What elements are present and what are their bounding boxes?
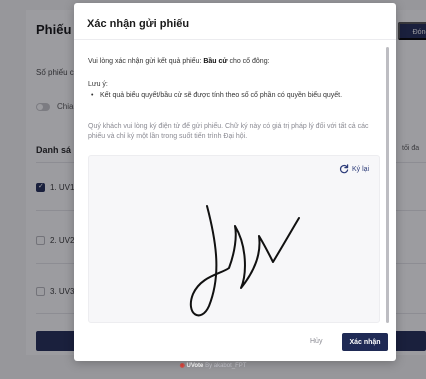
note-text: Kết quả biểu quyết/bầu cử sẽ được tính t… [100, 92, 343, 99]
bullet-icon: • [91, 92, 94, 99]
dialog-title: Xác nhận gửi phiếu [87, 18, 190, 30]
note-label: Lưu ý: [88, 81, 108, 88]
signature-drawing [190, 205, 300, 317]
confirm-prefix: Vui lòng xác nhận gửi kết quả phiếu: [88, 58, 202, 65]
confirm-message: Vui lòng xác nhận gửi kết quả phiếu: Bầu… [88, 58, 270, 65]
confirm-ballot-dialog: Xác nhận gửi phiếu Vui lòng xác nhận gửi… [74, 3, 396, 361]
signature-hint: Quý khách vui lòng ký điện tử để gửi phi… [88, 123, 369, 140]
signature-pad[interactable]: Ký lại [88, 155, 380, 323]
note-item: • Kết quả biểu quyết/bầu cử sẽ được tính… [91, 91, 358, 101]
uvote-logo-icon: ◉ [179, 363, 185, 369]
confirm-button[interactable]: Xác nhận [342, 333, 388, 351]
cancel-button[interactable]: Hủy [310, 338, 322, 345]
dialog-scrollbar[interactable] [386, 47, 389, 323]
confirm-suffix: cho cổ đông: [229, 58, 270, 65]
footer-brand: ◉ UVote By akabot_FPT [0, 362, 426, 369]
confirm-ballot-type: Bầu cử [203, 58, 228, 65]
brand-suffix: By akabot_FPT [205, 363, 247, 369]
brand-name: UVote [186, 363, 204, 369]
dialog-divider [74, 39, 396, 40]
